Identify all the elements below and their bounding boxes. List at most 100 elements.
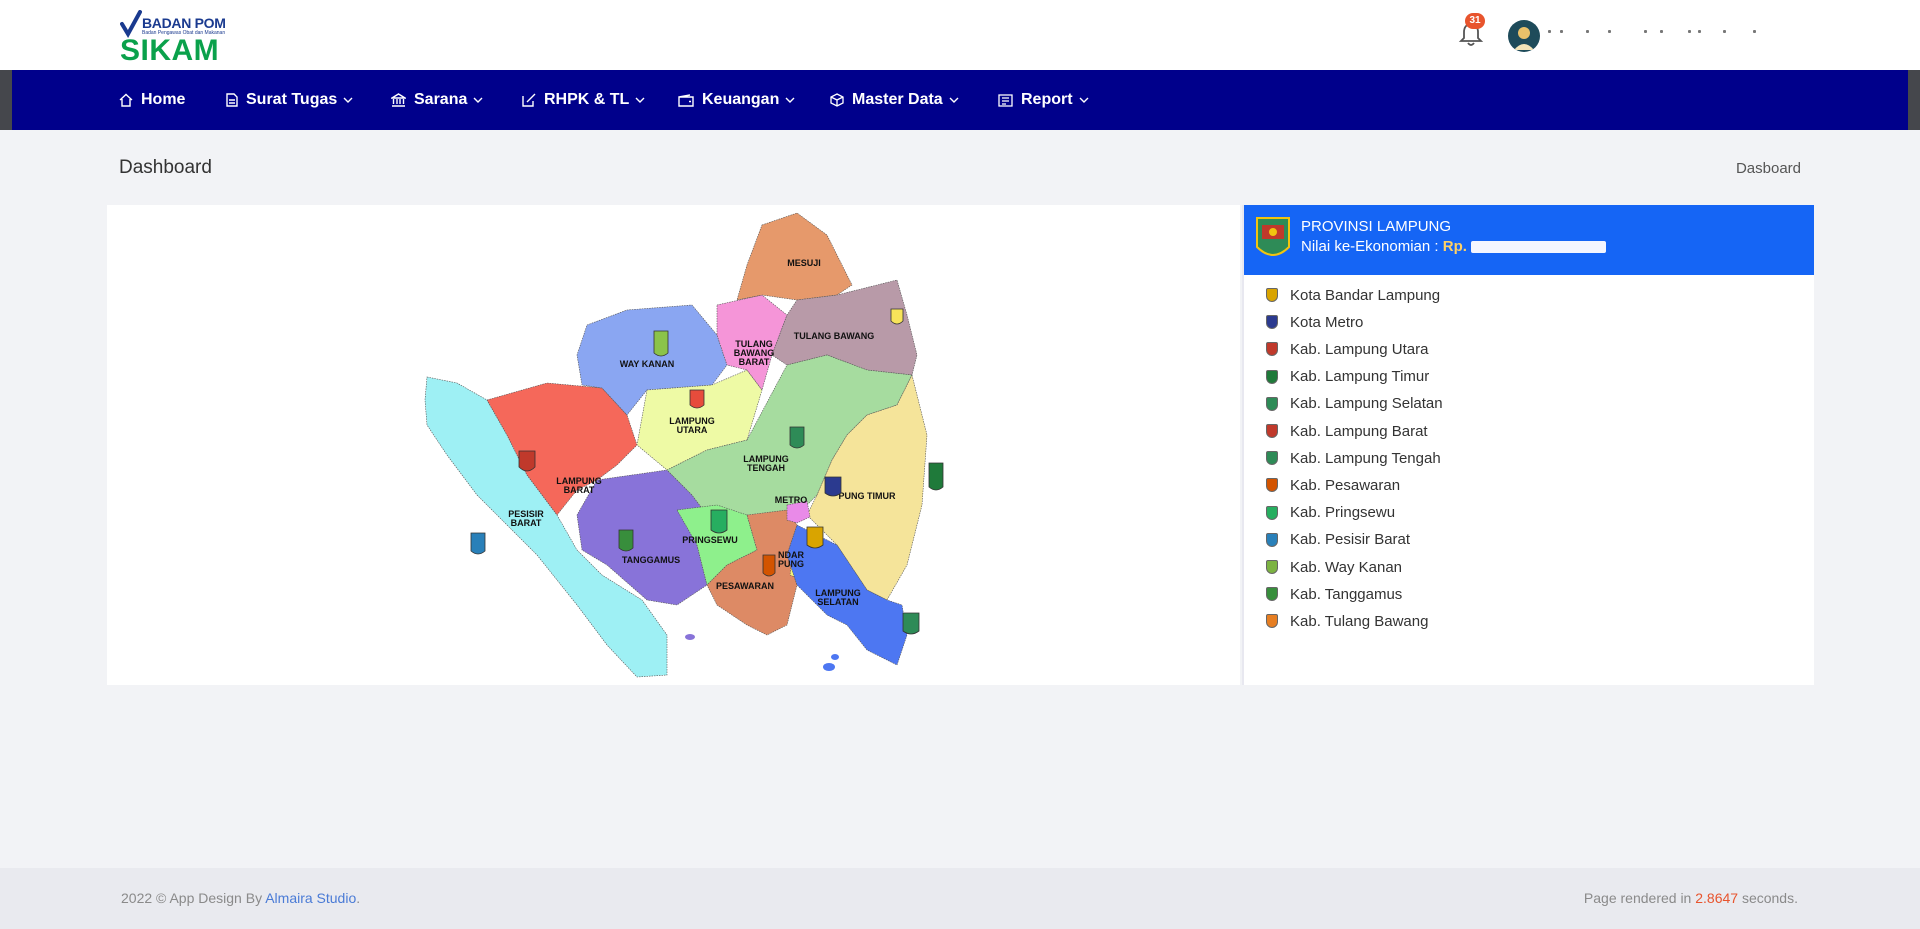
map-label-tulang-bawang: TULANG BAWANG (794, 331, 875, 341)
crest-marker-bandar-lampung[interactable] (806, 526, 824, 549)
chevron-down-icon (473, 97, 483, 103)
district-crest-icon (1266, 342, 1278, 357)
district-name: Kab. Lampung Selatan (1290, 395, 1443, 413)
district-item[interactable]: Kab. Pesisir Barat (1266, 528, 1410, 552)
user-avatar[interactable] (1508, 20, 1540, 52)
footer: 2022 © App Design By Almaira Studio. Pag… (0, 868, 1920, 929)
nav-rhpk[interactable]: RHPK & TL (522, 70, 645, 130)
econ-label: Nilai ke-Ekonomian : (1301, 238, 1439, 255)
nav-edge-left (0, 70, 12, 130)
district-name: Kab. Pesawaran (1290, 476, 1401, 494)
nav-sarana[interactable]: Sarana (391, 70, 483, 130)
econ-value-redacted (1471, 241, 1607, 254)
nav-master-data[interactable]: Master Data (830, 70, 959, 130)
map-label-tanggamus: TANGGAMUS (622, 555, 680, 565)
crest-marker-way-kanan[interactable] (653, 330, 669, 357)
district-item[interactable]: Kab. Pringsewu (1266, 501, 1395, 525)
district-item[interactable]: Kab. Pesawaran (1266, 473, 1400, 497)
map-label-lampung-utara-2: UTARA (677, 425, 708, 435)
chevron-down-icon (343, 97, 353, 103)
nav-report[interactable]: Report (998, 70, 1089, 130)
chevron-down-icon (949, 97, 959, 103)
district-crest-icon (1266, 315, 1278, 330)
district-item[interactable]: Kab. Lampung Selatan (1266, 392, 1443, 416)
district-crest-icon (1266, 560, 1278, 574)
district-item[interactable]: Kab. Lampung Barat (1266, 419, 1428, 443)
building-icon (391, 93, 406, 107)
crest-marker-metro[interactable] (824, 476, 842, 497)
district-item[interactable]: Kab. Lampung Timur (1266, 365, 1429, 389)
crest-marker-lampung-selatan[interactable] (902, 612, 920, 635)
render-time-prefix: Page rendered in (1583, 890, 1692, 906)
map-label-pesisir-barat-2: BARAT (511, 518, 542, 528)
econ-currency: Rp. (1442, 238, 1467, 255)
document-icon (226, 93, 238, 107)
crest-marker-lampung-barat[interactable] (518, 450, 536, 472)
crest-marker-lampung-timur[interactable] (928, 462, 944, 491)
chevron-down-icon (635, 97, 645, 103)
user-name-obscured[interactable] (1548, 30, 1758, 42)
crest-marker-pesawaran[interactable] (762, 554, 776, 577)
map-card: MESUJI TULANG BAWANG WAY KANAN TULANG BA… (107, 205, 1240, 685)
map-label-way-kanan: WAY KANAN (620, 359, 675, 369)
report-icon (998, 93, 1013, 107)
map-label-lampung-timur: PUNG TIMUR (839, 491, 896, 501)
province-economic-value: Nilai ke-Ekonomian : Rp. (1301, 238, 1607, 255)
nav-home-label: Home (141, 91, 186, 108)
nav-keuangan[interactable]: Keuangan (678, 70, 795, 130)
district-name: Kab. Way Kanan (1290, 558, 1403, 576)
nav-edge-right (1908, 70, 1920, 130)
map-label-tulang-bawang-barat-3: BARAT (739, 357, 770, 367)
crest-marker-lampung-tengah[interactable] (789, 426, 805, 449)
crest-marker-lampung-utara[interactable] (689, 389, 705, 409)
district-item[interactable]: Kab. Way Kanan (1266, 555, 1402, 579)
district-crest-icon (1266, 288, 1278, 302)
render-time-value: 2.8647 (1695, 890, 1739, 906)
chevron-down-icon (785, 97, 795, 103)
cube-icon (830, 93, 844, 107)
district-item[interactable]: Kota Metro (1266, 310, 1363, 334)
nav-surat-tugas[interactable]: Surat Tugas (226, 70, 353, 130)
wallet-icon (678, 93, 694, 107)
district-name: Kota Metro (1290, 313, 1364, 331)
footer-dot: . (356, 890, 361, 906)
crest-marker-tanggamus[interactable] (618, 529, 634, 552)
district-item[interactable]: Kab. Lampung Tengah (1266, 446, 1441, 470)
brand-app-name: SIKAM (120, 34, 220, 67)
district-crest-icon (1266, 614, 1278, 629)
district-name: Kab. Pringsewu (1290, 504, 1396, 522)
notification-count-badge: 31 (1465, 13, 1485, 29)
district-item[interactable]: Kab. Tanggamus (1266, 582, 1402, 606)
map-label-bandar-lampung-2: PUNG (778, 559, 804, 569)
province-panel: PROVINSI LAMPUNG Nilai ke-Ekonomian : Rp… (1244, 205, 1814, 685)
nav-home[interactable]: Home (119, 70, 185, 130)
crest-marker-pesisir-barat[interactable] (470, 532, 486, 555)
map-label-mesuji: MESUJI (787, 258, 821, 268)
district-list: Kota Bandar Lampung Kota Metro Kab. Lampun… (1244, 283, 1814, 633)
footer-credits: 2022 © App Design By Almaira Studio. (121, 890, 360, 906)
district-item[interactable]: Kab. Lampung Utara (1266, 337, 1428, 361)
nav-report-label: Report (1021, 91, 1073, 108)
district-name: Kab. Lampung Utara (1290, 340, 1429, 358)
app-logo[interactable]: BADAN POM Badan Pengawas Obat dan Makana… (120, 10, 230, 67)
district-item[interactable]: Kab. Tulang Bawang (1266, 609, 1428, 633)
district-crest-icon (1266, 478, 1278, 493)
top-bar: BADAN POM Badan Pengawas Obat dan Makana… (0, 0, 1920, 70)
page-title: Dashboard (119, 157, 212, 178)
main-navbar: Home Surat Tugas Sarana RHPK & TL Keuang… (0, 70, 1920, 130)
nav-keuangan-label: Keuangan (702, 91, 780, 108)
province-header: PROVINSI LAMPUNG Nilai ke-Ekonomian : Rp… (1244, 205, 1814, 275)
district-name: Kab. Pesisir Barat (1290, 531, 1411, 549)
crest-marker-tulang-bawang[interactable] (890, 308, 904, 325)
district-item[interactable]: Kota Bandar Lampung (1266, 283, 1440, 307)
region-mesuji[interactable] (736, 212, 853, 301)
district-crest-icon (1266, 505, 1278, 520)
footer-studio-link[interactable]: Almaira Studio (265, 890, 356, 906)
district-crest-icon (1266, 532, 1278, 547)
breadcrumb[interactable]: Dasboard (1736, 160, 1801, 177)
district-name: Kab. Tulang Bawang (1290, 612, 1429, 630)
crest-marker-pringsewu[interactable] (710, 509, 728, 534)
home-icon (119, 93, 133, 107)
map-label-pesawaran: PESAWARAN (716, 581, 774, 591)
lampung-map: MESUJI TULANG BAWANG WAY KANAN TULANG BA… (424, 212, 944, 678)
